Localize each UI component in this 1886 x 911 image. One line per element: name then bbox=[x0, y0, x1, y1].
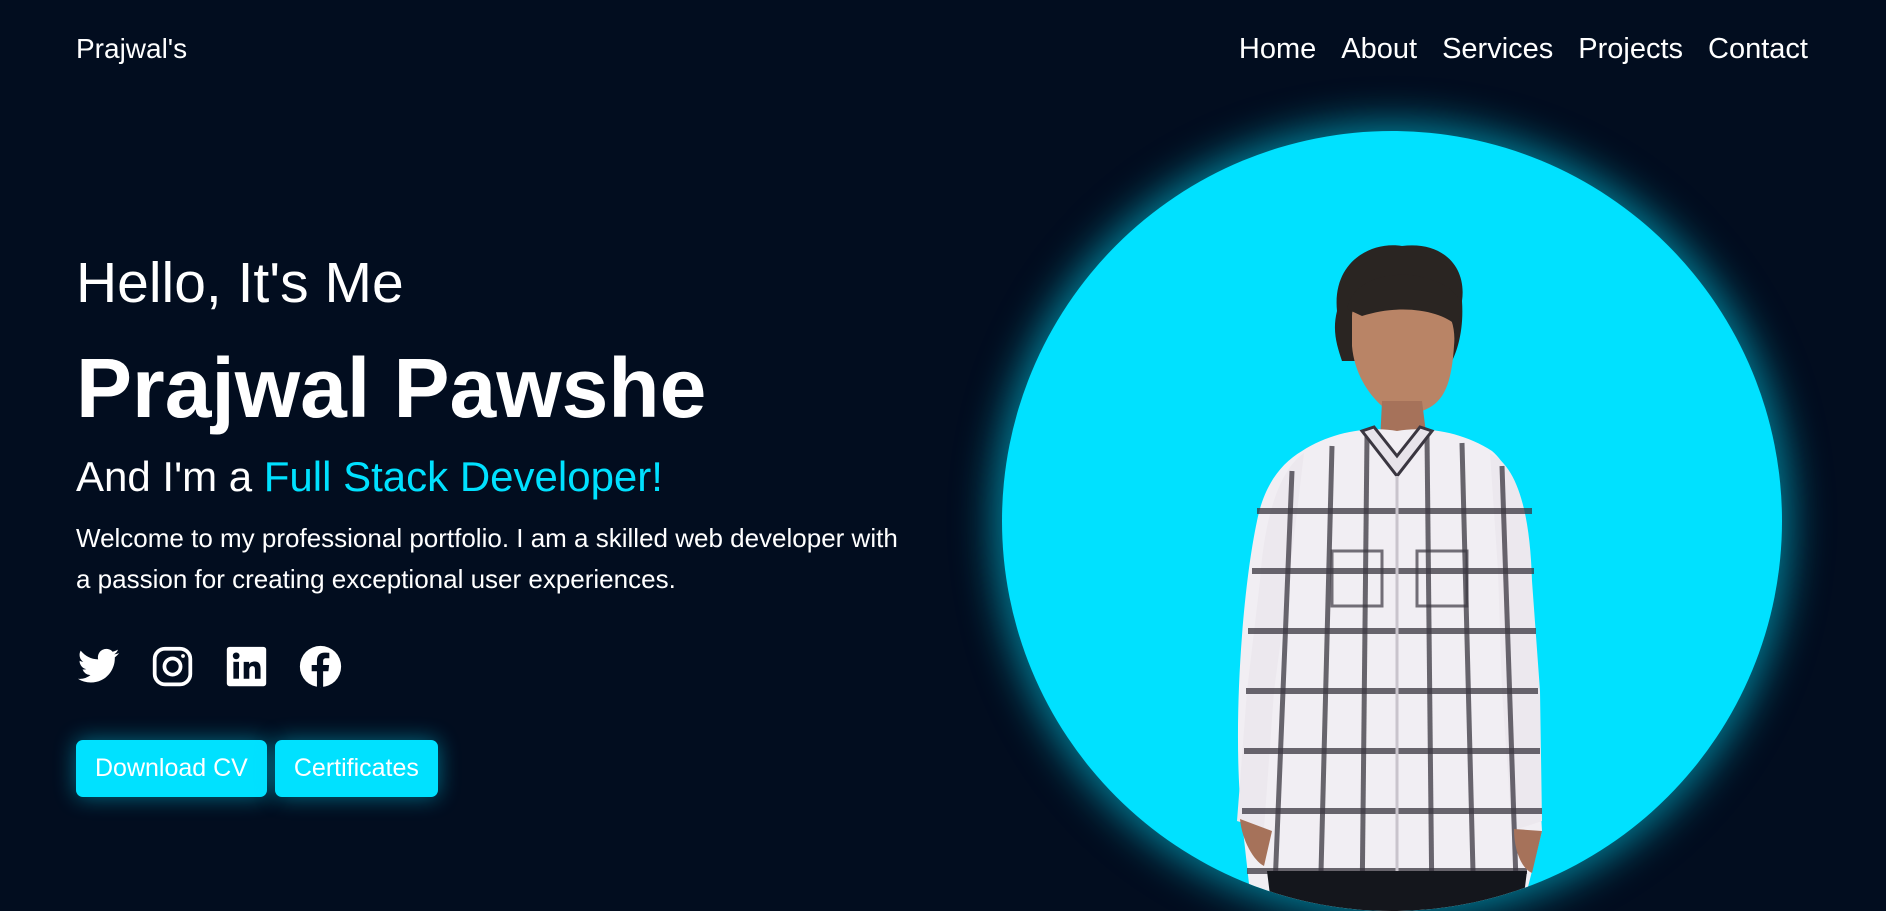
main-nav: Home About Services Projects Contact bbox=[1239, 32, 1808, 66]
social-links bbox=[76, 644, 343, 689]
instagram-icon[interactable] bbox=[150, 644, 195, 689]
site-logo[interactable]: Prajwal's bbox=[76, 33, 187, 65]
hero-role: And I'm a Full Stack Developer! bbox=[76, 452, 663, 502]
nav-home[interactable]: Home bbox=[1239, 32, 1316, 66]
nav-services[interactable]: Services bbox=[1442, 32, 1553, 66]
hero-greeting: Hello, It's Me bbox=[76, 251, 404, 315]
nav-projects[interactable]: Projects bbox=[1578, 32, 1683, 66]
profile-photo bbox=[1002, 131, 1782, 911]
nav-contact[interactable]: Contact bbox=[1708, 32, 1808, 66]
hero-buttons: Download CV Certificates bbox=[76, 740, 438, 797]
certificates-button[interactable]: Certificates bbox=[274, 740, 438, 797]
download-cv-button[interactable]: Download CV bbox=[76, 740, 267, 797]
facebook-icon[interactable] bbox=[298, 644, 343, 689]
linkedin-icon[interactable] bbox=[224, 644, 269, 689]
role-highlight: Full Stack Developer! bbox=[263, 453, 663, 500]
role-prefix: And I'm a bbox=[76, 453, 264, 500]
person-illustration bbox=[1237, 245, 1542, 911]
site-header: Prajwal's Home About Services Projects C… bbox=[0, 0, 1886, 100]
hero-description: Welcome to my professional portfolio. I … bbox=[76, 523, 898, 594]
twitter-icon[interactable] bbox=[76, 644, 121, 689]
hero-name: Prajwal Pawshe bbox=[76, 341, 707, 435]
nav-about[interactable]: About bbox=[1341, 32, 1417, 66]
